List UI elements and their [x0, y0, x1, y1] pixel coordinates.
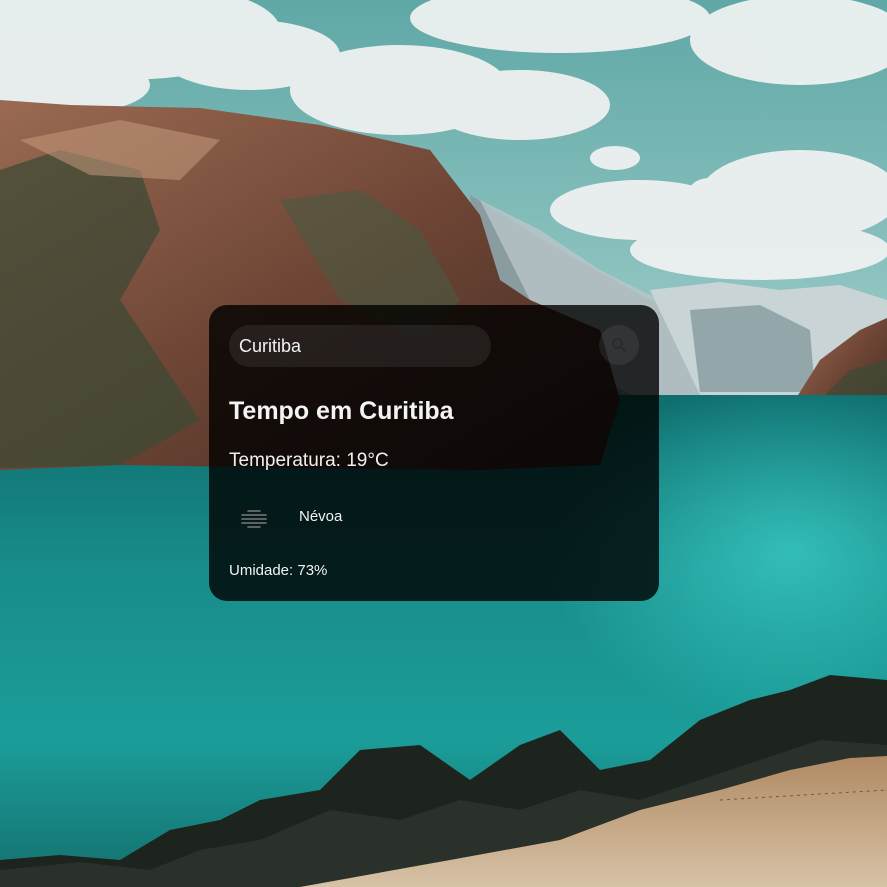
weather-card: Tempo em Curitiba Temperatura: 19°C Névo… — [209, 305, 659, 601]
search-input[interactable] — [229, 325, 491, 367]
condition-text: Névoa — [299, 508, 343, 525]
search-icon — [612, 338, 626, 352]
temperature-text: Temperatura: 19°C — [229, 450, 389, 471]
mist-icon — [241, 510, 267, 528]
weather-title: Tempo em Curitiba — [229, 397, 454, 425]
humidity-text: Umidade: 73% — [229, 562, 328, 579]
search-button[interactable] — [599, 325, 639, 365]
